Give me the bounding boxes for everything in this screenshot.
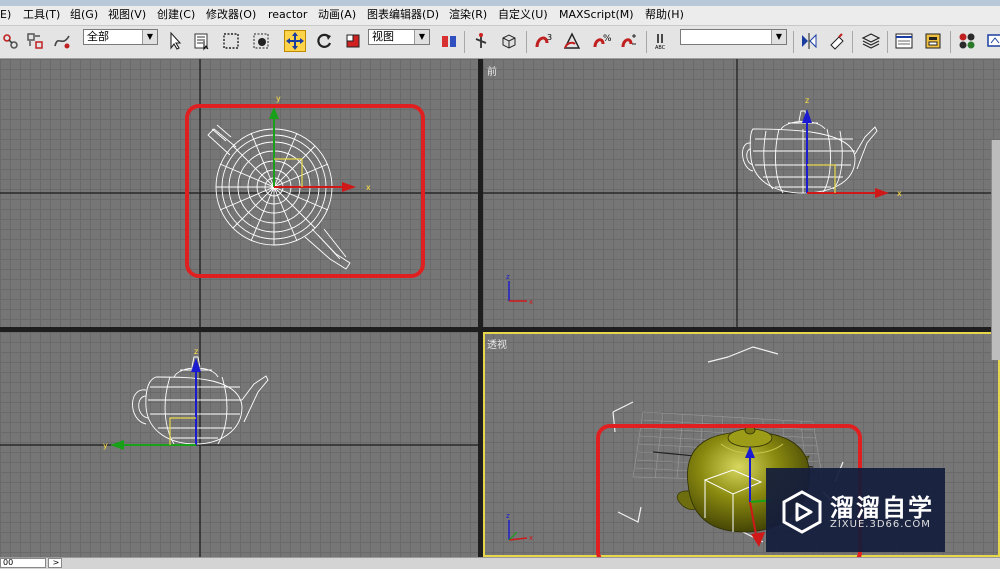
selection-filter-dropdown[interactable]: 全部 ▼	[83, 29, 158, 45]
percent-snap-value: %	[603, 34, 611, 44]
menu-edit[interactable]: E)	[0, 8, 11, 22]
left-axis-y-label: y	[103, 441, 108, 450]
material-editor-icon[interactable]	[956, 30, 978, 52]
toolbar-separator	[852, 31, 853, 53]
menu-tools[interactable]: 工具(T)	[23, 8, 60, 22]
main-toolbar: 全部 ▼ 视图 ▼ 3 % ABC ▼	[0, 26, 1000, 59]
named-selection-dropdown[interactable]: ▼	[680, 29, 787, 45]
viewport-left[interactable]: y z	[0, 332, 478, 557]
front-axis-z-label: z	[805, 96, 809, 105]
link-icon[interactable]	[0, 30, 22, 52]
menu-views[interactable]: 视图(V)	[108, 8, 146, 22]
align-icon[interactable]	[826, 30, 848, 52]
menu-reactor[interactable]: reactor	[268, 8, 307, 22]
persp-tripod-z: z	[506, 512, 510, 520]
top-axis-y-label: y	[276, 94, 281, 103]
region-select-icon[interactable]	[220, 30, 242, 52]
spinner-snap-icon[interactable]	[618, 30, 640, 52]
right-panel-scrollbar[interactable]	[991, 140, 1000, 360]
watermark-play-icon	[782, 490, 822, 534]
top-axis-x-label: x	[366, 183, 371, 192]
viewport-front[interactable]: 前 x z x z	[483, 59, 1000, 327]
menu-create[interactable]: 创建(C)	[157, 8, 195, 22]
layer-manager-icon[interactable]	[860, 30, 882, 52]
pivot-center-icon[interactable]	[438, 30, 460, 52]
abc-label: ABC	[655, 45, 666, 51]
select-and-rotate-icon[interactable]	[313, 30, 335, 52]
time-slider-next-button[interactable]: >	[48, 558, 62, 568]
render-setup-icon[interactable]	[984, 30, 1000, 52]
schematic-view-icon[interactable]	[922, 30, 944, 52]
toolbar-separator	[950, 31, 951, 53]
menu-customize[interactable]: 自定义(U)	[498, 8, 548, 22]
snap-value: 3	[547, 33, 552, 42]
snap-toggle-icon[interactable]: 3	[532, 30, 554, 52]
chevron-down-icon: ▼	[771, 30, 786, 44]
status-bar: 00 >	[0, 557, 1000, 569]
menu-help[interactable]: 帮助(H)	[645, 8, 684, 22]
chevron-down-icon: ▼	[414, 30, 429, 44]
viewport-top[interactable]: x y	[0, 59, 478, 327]
menu-animation[interactable]: 动画(A)	[318, 8, 356, 22]
keyboard-shortcut-override-icon[interactable]	[498, 30, 520, 52]
curve-editor-icon[interactable]	[893, 30, 915, 52]
percent-snap-icon[interactable]: %	[590, 30, 612, 52]
front-tripod-x: x	[529, 298, 533, 306]
window-crossing-icon[interactable]	[250, 30, 272, 52]
menu-group[interactable]: 组(G)	[70, 8, 98, 22]
transform-gizmo-front: x z	[802, 96, 902, 198]
toolbar-separator	[887, 31, 888, 53]
select-and-scale-icon[interactable]	[342, 30, 364, 52]
select-object-icon[interactable]	[164, 30, 186, 52]
menu-rendering[interactable]: 渲染(R)	[449, 8, 487, 22]
bind-spacewarp-icon[interactable]	[51, 30, 73, 52]
menu-bar: E) 工具(T) 组(G) 视图(V) 创建(C) 修改器(O) reactor…	[0, 6, 1000, 26]
toolbar-separator	[526, 31, 527, 53]
front-axis-x-label: x	[897, 189, 902, 198]
watermark: 溜溜自学 ZIXUE.3D66.COM	[766, 468, 945, 552]
chevron-down-icon: ▼	[142, 30, 157, 44]
angle-snap-icon[interactable]	[561, 30, 583, 52]
front-tripod-z: z	[506, 273, 510, 281]
watermark-url: ZIXUE.3D66.COM	[830, 519, 931, 530]
edit-named-selection-icon[interactable]: ABC	[652, 30, 674, 52]
left-axis-z-label: z	[194, 347, 198, 356]
toolbar-separator	[646, 31, 647, 53]
menu-maxscript[interactable]: MAXScript(M)	[559, 8, 634, 22]
reference-coordinate-value: 视图	[372, 30, 394, 43]
top-view-scene: x y	[0, 59, 478, 327]
time-slider-field[interactable]: 00	[0, 558, 46, 568]
menu-modifiers[interactable]: 修改器(O)	[206, 8, 256, 22]
mirror-icon[interactable]	[798, 30, 820, 52]
left-view-scene: y z	[0, 332, 478, 557]
watermark-title: 溜溜自学	[830, 494, 934, 522]
menu-graph-editors[interactable]: 图表编辑器(D)	[367, 8, 439, 22]
selection-filter-value: 全部	[87, 30, 109, 43]
axis-tripod-front: x z	[506, 273, 533, 306]
unlink-icon[interactable]	[24, 30, 46, 52]
front-view-scene: x z x z	[483, 59, 1000, 327]
teapot-top-wireframe	[207, 124, 351, 270]
toolbar-separator	[793, 31, 794, 53]
axis-tripod-perspective: x z	[506, 512, 533, 542]
reference-coordinate-dropdown[interactable]: 视图 ▼	[368, 29, 430, 45]
select-by-name-icon[interactable]	[191, 30, 213, 52]
teapot-front-wireframe	[742, 110, 878, 194]
manipulate-icon[interactable]	[470, 30, 492, 52]
select-and-move-icon[interactable]	[284, 30, 306, 52]
transform-gizmo-left: y z	[103, 347, 201, 450]
persp-tripod-x: x	[529, 534, 533, 542]
toolbar-separator	[464, 31, 465, 53]
